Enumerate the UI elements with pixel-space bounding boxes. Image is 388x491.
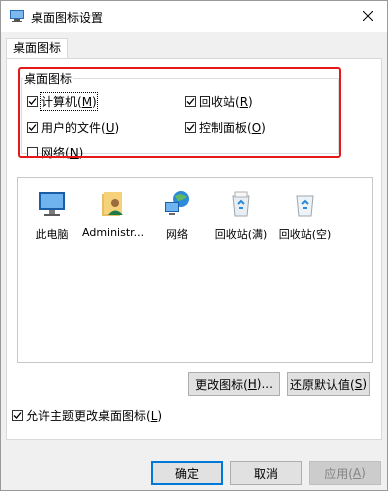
desktop-icon-settings-window: 桌面图标设置 桌面图标 桌面图标 计算机(M) 回收站(R) 用户的文件(U) … <box>0 0 388 491</box>
checkbox-box[interactable] <box>12 410 23 421</box>
change-icon-button[interactable]: 更改图标(H)... <box>188 372 280 396</box>
tab-strip: 桌面图标 <box>6 38 382 59</box>
checkbox-allow-themes[interactable]: 允许主题更改桌面图标(L) <box>12 407 162 424</box>
list-item-label: 网络 <box>166 228 188 241</box>
checkmark-icon <box>13 412 22 419</box>
icon-preview-list[interactable]: 此电脑 Administr... 网络 回收站(满) 回收站(空) <box>17 177 373 363</box>
list-item-this-pc[interactable]: 此电脑 <box>22 188 82 242</box>
window-title: 桌面图标设置 <box>31 11 104 25</box>
list-item-label: 回收站(满) <box>214 228 268 241</box>
computer-icon <box>36 188 68 220</box>
restore-default-button[interactable]: 还原默认值(S) <box>287 372 370 396</box>
list-item-label: Administr... <box>82 226 145 239</box>
cancel-button[interactable]: 取消 <box>230 461 302 485</box>
list-item-recycle-bin-empty[interactable]: 回收站(空) <box>275 188 335 242</box>
list-item-network[interactable]: 网络 <box>147 188 207 242</box>
window-app-icon <box>10 10 24 22</box>
recycle-bin-full-icon <box>225 188 257 220</box>
tab-desktop-icons[interactable]: 桌面图标 <box>6 38 69 59</box>
list-item-administrator[interactable]: Administr... <box>82 188 145 239</box>
title-bar: 桌面图标设置 <box>1 1 387 32</box>
recycle-bin-empty-icon <box>289 188 321 220</box>
list-item-label: 回收站(空) <box>278 228 332 241</box>
highlight-annotation-box <box>18 67 341 158</box>
list-item-label: 此电脑 <box>35 228 69 241</box>
network-icon <box>161 188 193 220</box>
close-button[interactable] <box>349 1 387 32</box>
apply-button[interactable]: 应用(A) <box>309 461 381 485</box>
tab-panel: 桌面图标 计算机(M) 回收站(R) 用户的文件(U) 控制面板(O) 网络(N… <box>6 58 382 440</box>
list-item-recycle-bin-full[interactable]: 回收站(满) <box>211 188 271 242</box>
checkbox-allow-themes-label: 允许主题更改桌面图标(L) <box>26 409 163 423</box>
user-folder-icon <box>96 188 128 220</box>
close-icon <box>362 10 374 24</box>
ok-button[interactable]: 确定 <box>151 461 223 485</box>
